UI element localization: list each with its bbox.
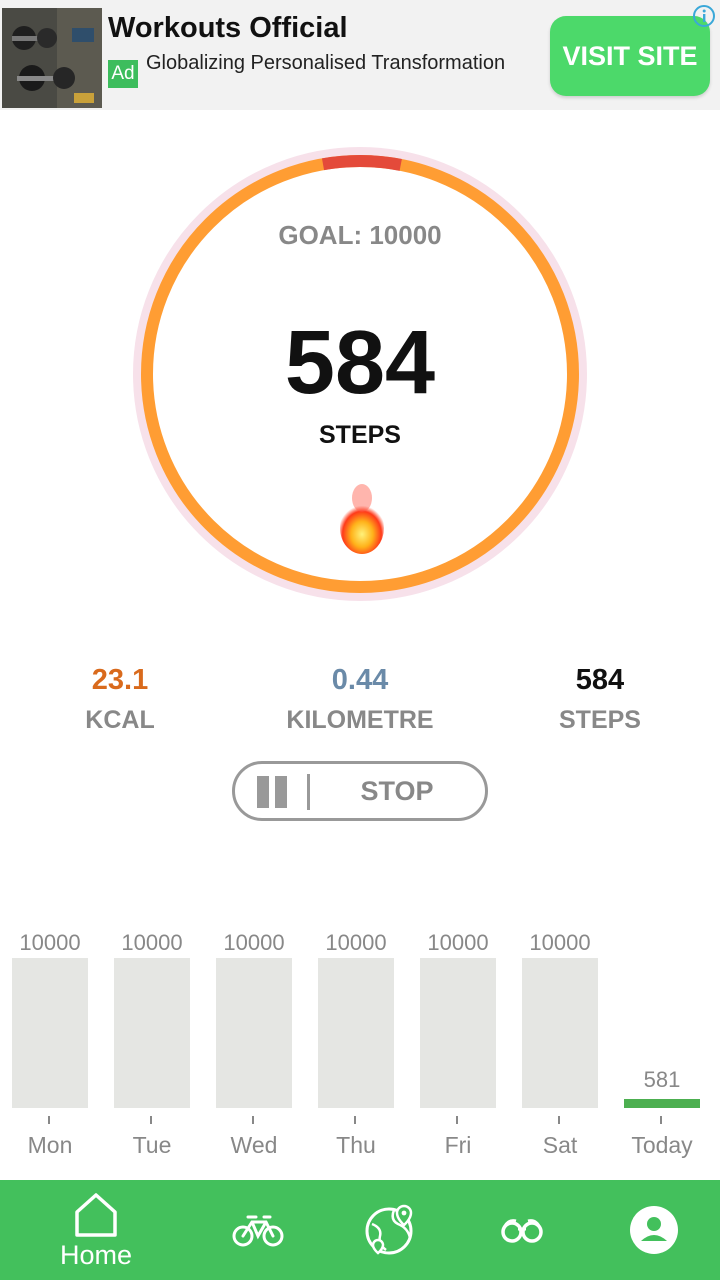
day-bar — [420, 958, 496, 1108]
bottom-nav: Home — [0, 1180, 720, 1280]
steps-count: 584 — [284, 313, 436, 413]
nav-home-label: Home — [59, 1240, 133, 1270]
axis-tick — [456, 1116, 458, 1124]
day-bar — [114, 958, 190, 1108]
nav-bike[interactable] — [226, 1180, 290, 1280]
day-value: 10000 — [121, 930, 183, 955]
nav-explore[interactable] — [492, 1180, 552, 1280]
axis-tick — [150, 1116, 152, 1124]
day-label: Tue — [132, 1132, 172, 1158]
pause-icon[interactable] — [255, 776, 289, 808]
day-label: Sat — [542, 1132, 578, 1158]
stop-button[interactable]: STOP — [327, 764, 467, 818]
kcal-label: KCAL — [85, 706, 155, 734]
day-label: Wed — [230, 1132, 278, 1158]
day-bar — [318, 958, 394, 1108]
axis-tick — [660, 1116, 662, 1124]
day-label: Mon — [27, 1132, 73, 1158]
stat-steps: 584 STEPS — [480, 664, 720, 735]
distance-value: 0.44 — [331, 664, 389, 696]
control-divider — [307, 774, 310, 810]
axis-tick — [252, 1116, 254, 1124]
binoculars-icon — [500, 1216, 544, 1244]
nav-profile[interactable] — [626, 1180, 682, 1280]
stat-kcal: 23.1 KCAL — [0, 664, 240, 735]
axis-tick — [354, 1116, 356, 1124]
axis-tick — [558, 1116, 560, 1124]
day-label: Fri — [444, 1132, 472, 1158]
day-value: 581 — [643, 1067, 681, 1092]
day-label: Thu — [336, 1132, 376, 1158]
day-value: 10000 — [19, 930, 81, 955]
bicycle-icon — [232, 1212, 284, 1248]
nav-map[interactable] — [356, 1180, 424, 1280]
home-icon — [74, 1192, 118, 1238]
axis-tick — [48, 1116, 50, 1124]
day-value: 10000 — [325, 930, 387, 955]
map-globe-icon — [364, 1204, 416, 1256]
distance-label: KILOMETRE — [286, 706, 434, 734]
day-bar — [624, 1099, 700, 1108]
flame-icon — [334, 478, 390, 558]
steps-label: STEPS — [319, 421, 401, 449]
kcal-value: 23.1 — [91, 664, 149, 696]
day-value: 10000 — [427, 930, 489, 955]
steps-stat-label: STEPS — [559, 706, 641, 734]
profile-icon — [629, 1205, 679, 1255]
day-bar — [12, 958, 88, 1108]
stat-distance: 0.44 KILOMETRE — [240, 664, 480, 735]
day-bar — [216, 958, 292, 1108]
nav-home[interactable]: Home — [36, 1180, 156, 1280]
goal-label: GOAL: 10000 — [278, 220, 442, 250]
pause-stop-control: STOP — [232, 761, 488, 821]
day-label: Today — [631, 1132, 693, 1158]
steps-value: 584 — [575, 664, 625, 696]
day-value: 10000 — [529, 930, 591, 955]
day-value: 10000 — [223, 930, 285, 955]
day-bar — [522, 958, 598, 1108]
